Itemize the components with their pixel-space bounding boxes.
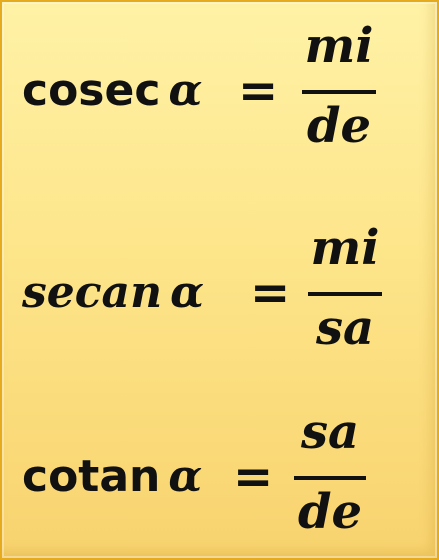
denominator: de xyxy=(306,98,372,154)
formula-card: cosec α = mi de secan α = mi sa cotan α = s… xyxy=(0,0,439,560)
secan-formula: secan α = mi sa xyxy=(2,210,439,370)
fraction: mi de xyxy=(302,18,376,158)
numerator: sa xyxy=(300,404,360,460)
fraction-bar xyxy=(308,292,382,296)
cosec-left-side: cosec α xyxy=(22,66,202,116)
denominator: sa xyxy=(315,300,375,356)
equals-sign: = xyxy=(250,265,291,321)
cotan-formula: cotan α = sa de xyxy=(2,394,439,554)
alpha-symbol: α xyxy=(170,267,204,318)
cosec-formula: cosec α = mi de xyxy=(2,8,439,168)
fraction: mi sa xyxy=(308,220,382,360)
equals-sign: = xyxy=(238,63,279,119)
numerator: mi xyxy=(310,220,380,276)
fraction-bar xyxy=(302,90,376,94)
secan-left-side: secan α xyxy=(22,268,204,318)
function-name: cotan xyxy=(22,451,161,502)
cotan-left-side: cotan α xyxy=(22,452,202,502)
function-name: secan xyxy=(22,267,163,318)
equals-sign: = xyxy=(233,449,274,505)
alpha-symbol: α xyxy=(168,65,203,116)
fraction-bar xyxy=(294,476,366,480)
denominator: de xyxy=(297,484,363,540)
function-name: cosec xyxy=(22,65,161,116)
alpha-symbol: α xyxy=(168,451,203,502)
fraction: sa de xyxy=(294,404,366,544)
numerator: mi xyxy=(304,18,374,74)
